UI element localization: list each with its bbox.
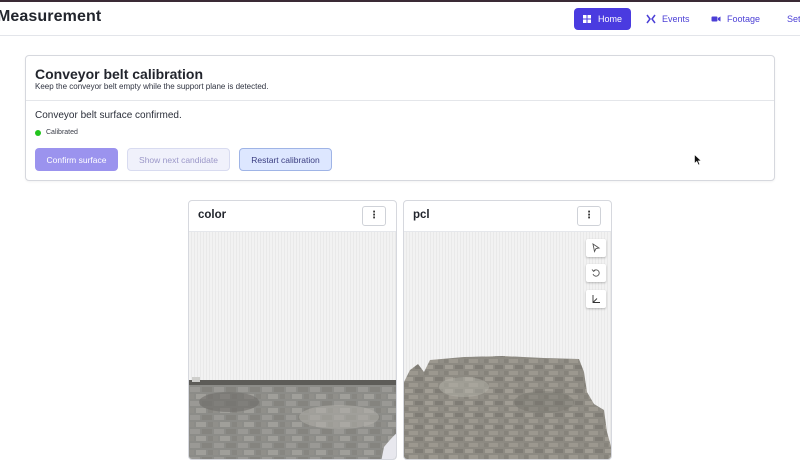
axes-tool-button[interactable] [586,290,606,308]
calibration-card: Conveyor belt calibration Keep the conve… [25,55,775,181]
pcl-panel-header: pcl ⋮ [404,201,611,232]
calibration-card-header: Conveyor belt calibration Keep the conve… [26,56,774,101]
mouse-cursor-icon [694,154,702,166]
top-navbar: Measurement Home Events Footage Settings [0,2,800,36]
nav-events-label: Events [662,14,690,24]
calibration-subtitle: Keep the conveyor belt empty while the s… [35,82,269,91]
select-tool-button[interactable] [586,239,606,257]
color-camera-view[interactable] [189,232,396,459]
app-title: Measurement [0,8,102,25]
color-camera-image [189,377,396,459]
events-icon [646,14,656,24]
color-panel-header: color ⋮ [189,201,396,232]
calibration-title: Conveyor belt calibration [35,66,204,82]
video-camera-icon [711,16,721,22]
color-panel-title: color [198,209,227,221]
status-badge: Calibrated [35,129,78,136]
calibration-message: Conveyor belt surface confirmed. [35,110,182,121]
nav-home-button[interactable]: Home [574,8,631,30]
axes-icon [592,295,600,303]
kebab-menu-icon: ⋮ [369,210,379,221]
nav-home-label: Home [598,14,623,24]
pcl-panel-menu-button[interactable]: ⋮ [577,206,601,226]
reset-view-icon [591,269,600,277]
nav-footage-button[interactable]: Footage [703,8,771,30]
nav-events-button[interactable]: Events [638,8,698,30]
nav-settings-label: Settings [787,14,800,24]
select-icon [592,243,601,253]
confirm-surface-button[interactable]: Confirm surface [35,148,118,171]
nav-footage-label: Footage [727,14,761,24]
point-cloud-image [404,356,611,459]
color-panel-menu-button[interactable]: ⋮ [362,206,386,226]
show-next-candidate-button[interactable]: Show next candidate [127,148,230,171]
reset-view-button[interactable] [586,264,606,282]
nav-settings-button[interactable]: Settings [773,8,800,30]
color-panel: color ⋮ [188,200,397,460]
pcl-panel-title: pcl [413,209,430,221]
point-cloud-view[interactable] [404,232,611,459]
restart-calibration-button[interactable]: Restart calibration [239,148,332,171]
kebab-menu-icon: ⋮ [584,210,594,221]
pcl-panel: pcl ⋮ [403,200,612,460]
status-dot [35,129,41,136]
status-label: Calibrated [46,129,78,136]
home-icon [583,15,591,23]
